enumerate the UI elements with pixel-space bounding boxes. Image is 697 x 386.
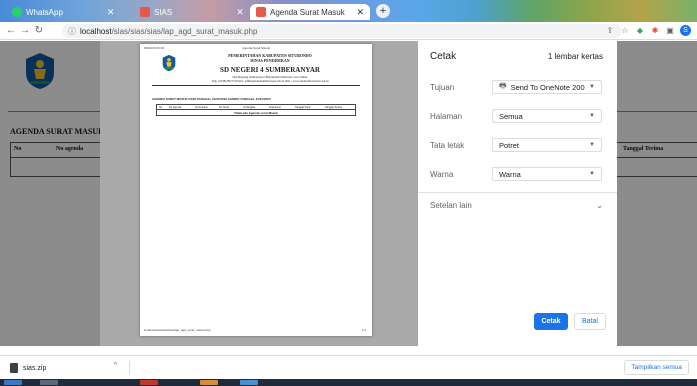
dropdown-caret-icon: ▼	[589, 171, 595, 177]
agenda-table: No No agenda Jenis Surat No Surat Isi Ri…	[156, 104, 356, 116]
share-icon[interactable]: ⇪	[605, 26, 615, 36]
sias-icon	[256, 7, 266, 17]
pages-select[interactable]: Semua ▼	[492, 109, 602, 123]
tab-strip: WhatsApp ✕ SIAS ✕ Agenda Surat Masuk ✕ +	[0, 0, 697, 22]
sheet-count: 1 lembar kertas	[547, 52, 603, 61]
print-button[interactable]: Cetak	[534, 313, 568, 330]
browser-toolbar: ← → ↻ ⓘ localhost/sias/sias/sias/lap_agd…	[0, 22, 697, 40]
close-icon[interactable]: ✕	[236, 7, 244, 18]
info-icon[interactable]: ⓘ	[68, 26, 76, 37]
url-host: localhost	[80, 26, 112, 36]
pages-value: Semua	[499, 111, 523, 121]
column-header: No	[159, 106, 163, 109]
url-path: /sias/sias/sias/lap_agd_surat_masuk.php	[111, 26, 258, 36]
divider	[418, 192, 617, 193]
more-settings-toggle[interactable]: Setelan lain	[430, 201, 472, 210]
extensions-puzzle-icon[interactable]: ▣	[665, 26, 675, 36]
school-contact: Telp. (0338) 99775 Email : admin@sdn4sum…	[211, 79, 329, 83]
preview-header-title: Agenda Surat Masuk	[241, 46, 271, 50]
dropdown-caret-icon: ▼	[589, 142, 595, 148]
layout-select[interactable]: Potret ▼	[492, 138, 602, 152]
back-icon[interactable]: ←	[4, 25, 18, 36]
address-bar[interactable]: ⓘ localhost/sias/sias/sias/lap_agd_surat…	[62, 24, 622, 38]
whatsapp-icon	[12, 7, 22, 17]
show-all-downloads-button[interactable]: Tampilkan semua	[624, 360, 689, 375]
report-subtitle: AGENDA SURAT MASUK DARI TANGGAL 01/01/20…	[152, 97, 271, 101]
chevron-down-icon[interactable]: ⌄	[596, 201, 603, 210]
print-preview-sheet: 09/02/23 06:36 Agenda Surat Masuk PEMERI…	[140, 44, 372, 336]
tab-agenda-surat-masuk[interactable]: Agenda Surat Masuk ✕	[250, 4, 370, 20]
tab-whatsapp[interactable]: WhatsApp ✕	[6, 4, 120, 20]
extension-icon[interactable]: ✱	[650, 26, 660, 36]
print-title: Cetak	[430, 51, 457, 62]
column-header: No Surat	[219, 106, 229, 109]
sias-icon	[140, 7, 150, 17]
extension-icon[interactable]: ◆	[635, 26, 645, 36]
start-icon[interactable]	[4, 380, 22, 385]
column-header: Tanggal Terima	[325, 106, 342, 109]
column-header: Tanggal Surat	[295, 106, 311, 109]
color-label: Warna	[430, 170, 454, 179]
download-item[interactable]: sias.zip ^	[10, 361, 130, 375]
download-file-name: sias.zip	[23, 364, 47, 372]
zip-file-icon	[10, 363, 18, 373]
destination-select[interactable]: 🖶 Send To OneNote 200 ▼	[492, 80, 602, 94]
letterhead-line: DINAS PENDIDIKAN	[250, 58, 290, 63]
taskbar-app-icon[interactable]	[140, 380, 158, 385]
school-logo-icon	[162, 54, 176, 72]
taskbar-app-icon[interactable]	[40, 380, 58, 385]
empty-message: Tidak ada Agenda surat Masuk	[234, 111, 278, 115]
cancel-button[interactable]: Batal	[574, 313, 606, 330]
close-icon[interactable]: ✕	[356, 7, 364, 18]
school-name: SD NEGERI 4 SUMBERANYAR	[220, 66, 320, 74]
destination-label: Tujuan	[430, 83, 455, 92]
reload-icon[interactable]: ↻	[32, 25, 46, 36]
preview-footer-page: 1/1	[361, 328, 366, 332]
column-header: No agenda	[169, 106, 182, 109]
tab-label: WhatsApp	[26, 7, 63, 17]
taskbar-app-icon[interactable]	[240, 380, 258, 385]
new-tab-button[interactable]: +	[376, 4, 390, 18]
preview-footer-url: localhost/sias/sias/sias/lap_agd_surat_m…	[144, 328, 211, 332]
toolbar-actions: ⇪ ☆ ◆ ✱ ▣ S	[605, 25, 691, 36]
pages-label: Halaman	[430, 112, 463, 121]
close-icon[interactable]: ✕	[107, 7, 115, 18]
taskbar-app-icon[interactable]	[200, 380, 218, 385]
color-value: Warna	[499, 169, 521, 179]
tab-label: SIAS	[154, 7, 173, 17]
dropdown-caret-icon: ▼	[589, 84, 595, 90]
printer-icon: 🖶	[499, 81, 507, 90]
destination-value: Send To OneNote 200	[510, 82, 585, 92]
forward-icon[interactable]: →	[18, 25, 32, 36]
layout-value: Potret	[499, 140, 520, 150]
tab-sias[interactable]: SIAS ✕	[134, 4, 250, 20]
chevron-up-icon[interactable]: ^	[114, 362, 117, 369]
download-bar: sias.zip ^ Tampilkan semua	[0, 355, 697, 379]
print-settings-panel: Cetak 1 lembar kertas Tujuan 🖶 Send To O…	[418, 41, 617, 346]
column-header: Isi Ringkas	[243, 106, 256, 109]
layout-label: Tata letak	[430, 141, 465, 150]
profile-avatar[interactable]: S	[680, 25, 691, 36]
column-header: Jenis Surat	[195, 106, 208, 109]
color-select[interactable]: Warna ▼	[492, 167, 602, 181]
tab-label: Agenda Surat Masuk	[270, 7, 345, 17]
os-taskbar	[0, 379, 697, 386]
dropdown-caret-icon: ▼	[589, 113, 595, 119]
bookmark-star-icon[interactable]: ☆	[620, 26, 630, 36]
column-header: Asal Surat	[269, 106, 281, 109]
divider	[152, 85, 360, 86]
